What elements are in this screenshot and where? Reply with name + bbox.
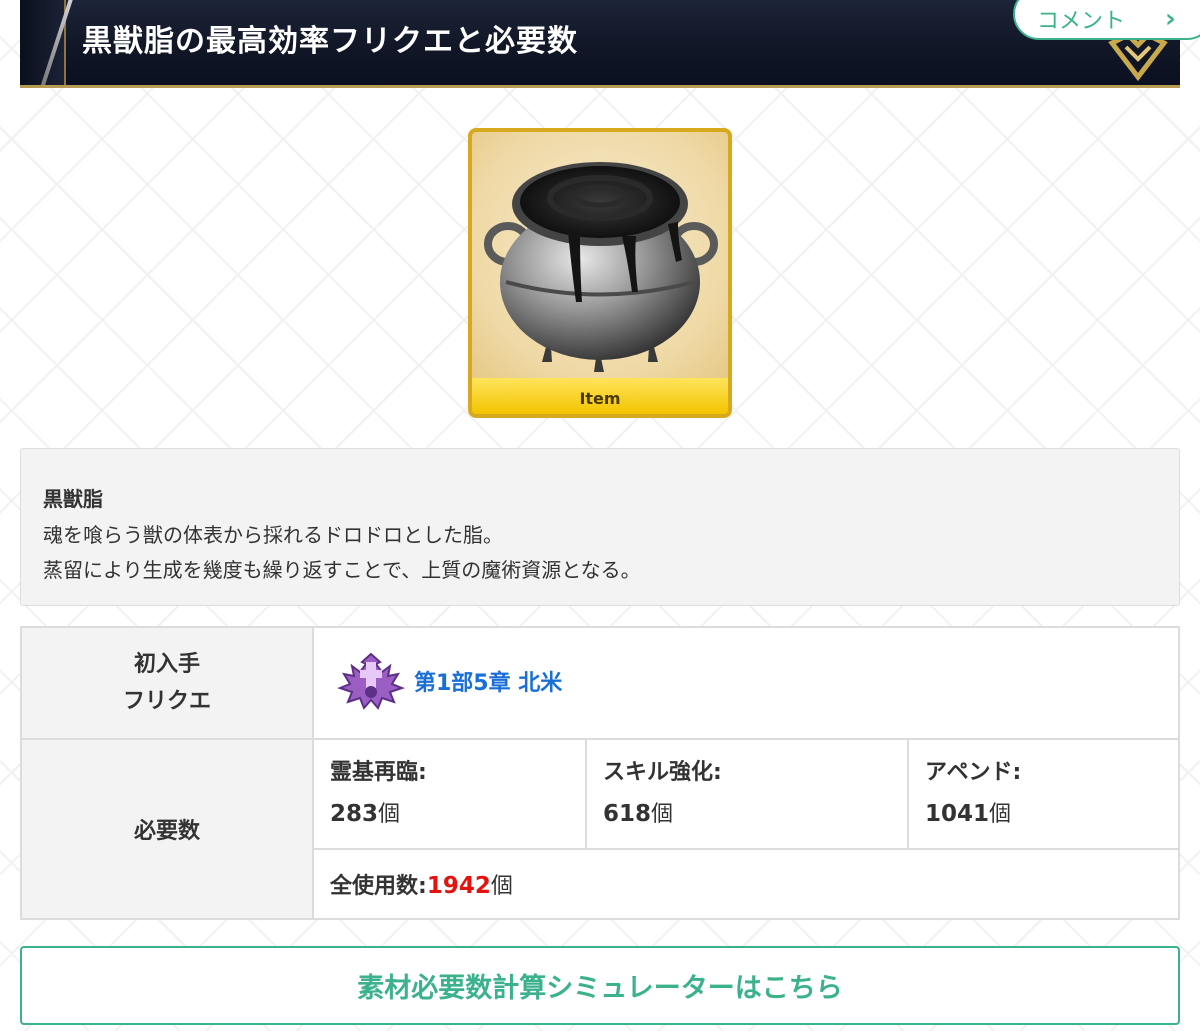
ascension-label: 霊基再臨: (330, 760, 427, 785)
item-description: 黒獣脂 魂を喰らう獣の体表から採れるドロドロとした脂。 蒸留により生成を幾度も繰… (20, 448, 1180, 606)
total-usage-cell: 全使用数:1942個 (312, 848, 1180, 920)
unit-label: 個 (651, 802, 674, 827)
skill-label: スキル強化: (603, 760, 722, 785)
skill-value-line: 618個 (603, 796, 891, 828)
first-quest-label: 初入手 フリクエ (20, 626, 314, 740)
first-quest-link[interactable]: 第1部5章 北米 (332, 650, 562, 712)
item-name: 黒獣脂 (43, 487, 103, 511)
first-quest-value: 第1部5章 北米 (312, 626, 1180, 740)
append-label: アペンド: (925, 760, 1022, 785)
material-simulator-button[interactable]: 素材必要数計算シミュレーターはこちら (20, 946, 1180, 1025)
unit-label: 個 (378, 802, 401, 827)
append-value-line: 1041個 (925, 796, 1162, 828)
item-badge-label: Item (579, 388, 621, 408)
required-breakdown: 霊基再臨: 283個 スキル強化: 618個 アペンド: 1041個 (312, 738, 1180, 850)
first-quest-label-line: 初入手 (133, 652, 200, 677)
first-quest-name: 第1部5章 北米 (414, 671, 563, 696)
item-info-table: 初入手 フリクエ 第1部5章 北米 必要数 霊基再臨: 283個 スキル強化: … (20, 626, 1180, 920)
unit-label: 個 (490, 874, 513, 899)
required-count-label: 必要数 (20, 738, 314, 920)
total-usage-value: 1942 (426, 873, 491, 899)
comment-button-label: コメント (1037, 9, 1126, 34)
item-badge: Item (472, 378, 728, 414)
first-quest-label-line: フリクエ (122, 689, 211, 714)
chevron-right-icon: › (1165, 4, 1176, 34)
sword-decoration-icon (37, 0, 75, 85)
comment-button[interactable]: コメント › (1013, 0, 1200, 40)
required-breakdown-table: 霊基再臨: 283個 スキル強化: 618個 アペンド: 1041個 (314, 740, 1178, 848)
ascension-cell: 霊基再臨: 283個 (314, 740, 586, 848)
description-line: 魂を喰らう獣の体表から採れるドロドロとした脂。 (43, 523, 503, 547)
total-usage-label: 全使用数: (330, 874, 427, 899)
item-image: Item (468, 128, 732, 418)
description-line: 蒸留により生成を幾度も繰り返すことで、上質の魔術資源となる。 (43, 558, 641, 582)
ascension-value-line: 283個 (330, 796, 569, 828)
skill-cell: スキル強化: 618個 (585, 740, 908, 848)
article-header-banner: 黒獣脂の最高効率フリクエと必要数 (20, 0, 1180, 88)
chapter-crest-icon (337, 652, 405, 710)
unit-label: 個 (989, 802, 1012, 827)
append-value: 1041 (925, 801, 990, 827)
page-title: 黒獣脂の最高効率フリクエと必要数 (82, 24, 578, 59)
skill-value: 618 (603, 801, 652, 827)
cauldron-icon (484, 162, 718, 372)
append-cell: アペンド: 1041個 (907, 740, 1178, 848)
ascension-value: 283 (330, 801, 379, 827)
